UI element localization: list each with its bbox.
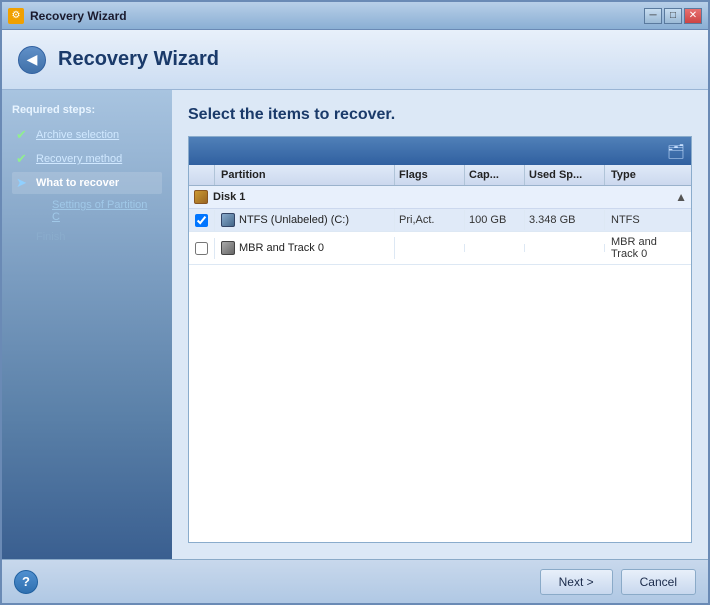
disk-hdd-icon [193,189,209,205]
partition-icon [221,213,235,227]
disk-expand-icon[interactable]: ▲ [675,190,687,204]
col-header-cap: Cap... [465,165,525,185]
table-header-bar: 🗂 [189,137,691,165]
sidebar-item-recovery-method[interactable]: ✔ Recovery method [12,148,162,170]
table-toolbar-icon: 🗂 [667,143,685,160]
table-row[interactable]: NTFS (Unlabeled) (C:) Pri,Act. 100 GB 3.… [189,209,691,232]
col-header-partition: Partition [215,165,395,185]
disk-row: Disk 1 ▲ [189,186,691,209]
checkbox-mbr-input[interactable] [195,242,208,255]
right-content: Select the items to recover. 🗂 Partition… [172,90,708,559]
footer: ? Next > Cancel [2,559,708,603]
title-bar-buttons: ─ □ ✕ [644,8,702,24]
sidebar-item-label-what: What to recover [36,177,119,189]
partition-name-mbr-label: MBR and Track 0 [239,242,324,254]
sidebar-item-label-finish: Finish [36,231,65,243]
app-icon: ⚙ [8,8,24,24]
check-icon-2: ✔ [16,151,32,167]
help-icon: ? [22,574,30,589]
minimize-button[interactable]: ─ [644,8,662,24]
main-content: Required steps: ✔ Archive selection ✔ Re… [2,90,708,559]
close-button[interactable]: ✕ [684,8,702,24]
partition-table: 🗂 Partition Flags Cap... Used Sp... Type [188,136,692,543]
table-body: Disk 1 ▲ NTFS (Unlabeled) (C:) Pri,Act. [189,186,691,542]
sidebar-section-title: Required steps: [12,104,162,116]
recovery-wizard-window: ⚙ Recovery Wizard ─ □ ✕ ◀ Recovery Wizar… [0,0,710,605]
arrow-icon: ➤ [16,175,32,191]
sidebar-item-label-archive: Archive selection [36,129,119,141]
header-title: Recovery Wizard [58,48,219,71]
partition-cap-mbr [465,244,525,252]
partition-type-ntfs: NTFS [605,210,691,230]
back-button[interactable]: ◀ [18,46,46,74]
sidebar-item-finish: Finish [12,228,162,246]
col-header-used: Used Sp... [525,165,605,185]
sidebar-item-label-recovery: Recovery method [36,153,122,165]
partition-type-mbr: MBR and Track 0 [605,232,691,264]
disk-label: Disk 1 [213,191,675,203]
partition-name-label: NTFS (Unlabeled) (C:) [239,214,349,226]
maximize-button[interactable]: □ [664,8,682,24]
title-bar-text: Recovery Wizard [30,9,644,23]
partition-name-ntfs: NTFS (Unlabeled) (C:) [215,209,395,231]
sidebar: Required steps: ✔ Archive selection ✔ Re… [2,90,172,559]
partition-flags-ntfs: Pri,Act. [395,210,465,230]
checkbox-ntfs-input[interactable] [195,214,208,227]
sidebar-item-archive-selection[interactable]: ✔ Archive selection [12,124,162,146]
sidebar-item-settings-partition[interactable]: Settings of Partition C [12,196,162,226]
check-icon: ✔ [16,127,32,143]
next-button[interactable]: Next > [540,569,613,595]
partition-flags-mbr [395,244,465,252]
col-header-flags: Flags [395,165,465,185]
partition-used-ntfs: 3.348 GB [525,210,605,230]
partition-cap-ntfs: 100 GB [465,210,525,230]
help-button[interactable]: ? [14,570,38,594]
col-header-checkbox [189,165,215,185]
partition-checkbox-mbr[interactable] [189,238,215,259]
sidebar-item-what-to-recover[interactable]: ➤ What to recover [12,172,162,194]
partition-used-mbr [525,244,605,252]
table-columns: Partition Flags Cap... Used Sp... Type [189,165,691,186]
mbr-icon [221,241,235,255]
cancel-button[interactable]: Cancel [621,569,696,595]
partition-name-mbr: MBR and Track 0 [215,237,395,259]
title-bar: ⚙ Recovery Wizard ─ □ ✕ [2,2,708,30]
section-title: Select the items to recover. [188,106,692,124]
header-area: ◀ Recovery Wizard [2,30,708,90]
partition-checkbox-ntfs[interactable] [189,210,215,231]
sidebar-item-label-settings: Settings of Partition C [32,199,158,223]
table-row[interactable]: MBR and Track 0 MBR and Track 0 [189,232,691,265]
col-header-type: Type [605,165,691,185]
